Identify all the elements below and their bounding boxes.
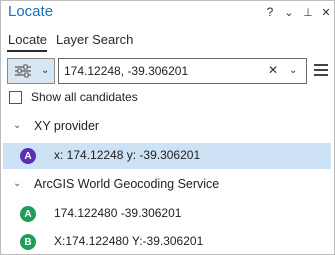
result-badge-b: B — [20, 234, 36, 250]
hamburger-icon[interactable] — [314, 64, 328, 76]
group-header-arcgis-world-geocoding[interactable]: ⌄ ArcGIS World Geocoding Service — [1, 175, 334, 195]
group-header-xy-provider[interactable]: ⌄ XY provider — [1, 117, 334, 137]
tab-layer-search[interactable]: Layer Search — [56, 32, 133, 47]
sliders-icon — [15, 64, 31, 78]
show-all-label: Show all candidates — [31, 90, 138, 104]
result-row[interactable]: A 174.122480 -39.306201 — [1, 201, 331, 227]
pane-titlebar: Locate ? ⌄ ⊥ ✕ — [1, 1, 334, 25]
clear-icon[interactable]: ✕ — [268, 63, 278, 77]
search-box[interactable]: ✕ ⌄ — [58, 58, 307, 84]
result-text: x: 174.12248 y: -39.306201 — [54, 148, 201, 162]
search-history-chevron-icon[interactable]: ⌄ — [289, 65, 297, 76]
collapse-chevron-icon[interactable]: ⌄ — [13, 120, 21, 131]
result-row[interactable]: B X:174.122480 Y:-39.306201 — [1, 229, 331, 255]
provider-button[interactable]: ⌄ — [7, 58, 55, 84]
result-text: X:174.122480 Y:-39.306201 — [54, 234, 204, 248]
tab-strip: Locate Layer Search — [1, 30, 334, 52]
pin-icon[interactable]: ⊥ — [301, 5, 315, 19]
result-badge-a: A — [20, 148, 36, 164]
pane-title: Locate — [8, 3, 54, 20]
group-name: XY provider — [34, 119, 100, 133]
result-row[interactable]: A x: 174.12248 y: -39.306201 — [3, 143, 331, 169]
options-chevron-icon[interactable]: ⌄ — [282, 5, 296, 19]
collapse-chevron-icon[interactable]: ⌄ — [13, 178, 21, 189]
chevron-down-icon: ⌄ — [41, 65, 50, 76]
locate-toolbar: ⌄ ✕ ⌄ — [1, 57, 334, 85]
result-text: 174.122480 -39.306201 — [54, 206, 182, 220]
group-name: ArcGIS World Geocoding Service — [34, 177, 220, 191]
show-all-candidates[interactable]: Show all candidates — [9, 89, 138, 105]
show-all-checkbox[interactable] — [9, 90, 22, 104]
close-icon[interactable]: ✕ — [319, 5, 333, 19]
result-badge-a: A — [20, 206, 36, 222]
locate-pane: Locate ? ⌄ ⊥ ✕ Locate Layer Search ⌄ ✕ ⌄ — [0, 0, 335, 255]
help-button[interactable]: ? — [263, 5, 277, 19]
active-tab-indicator — [7, 50, 47, 52]
tab-locate[interactable]: Locate — [8, 32, 47, 47]
search-input[interactable] — [64, 63, 264, 79]
